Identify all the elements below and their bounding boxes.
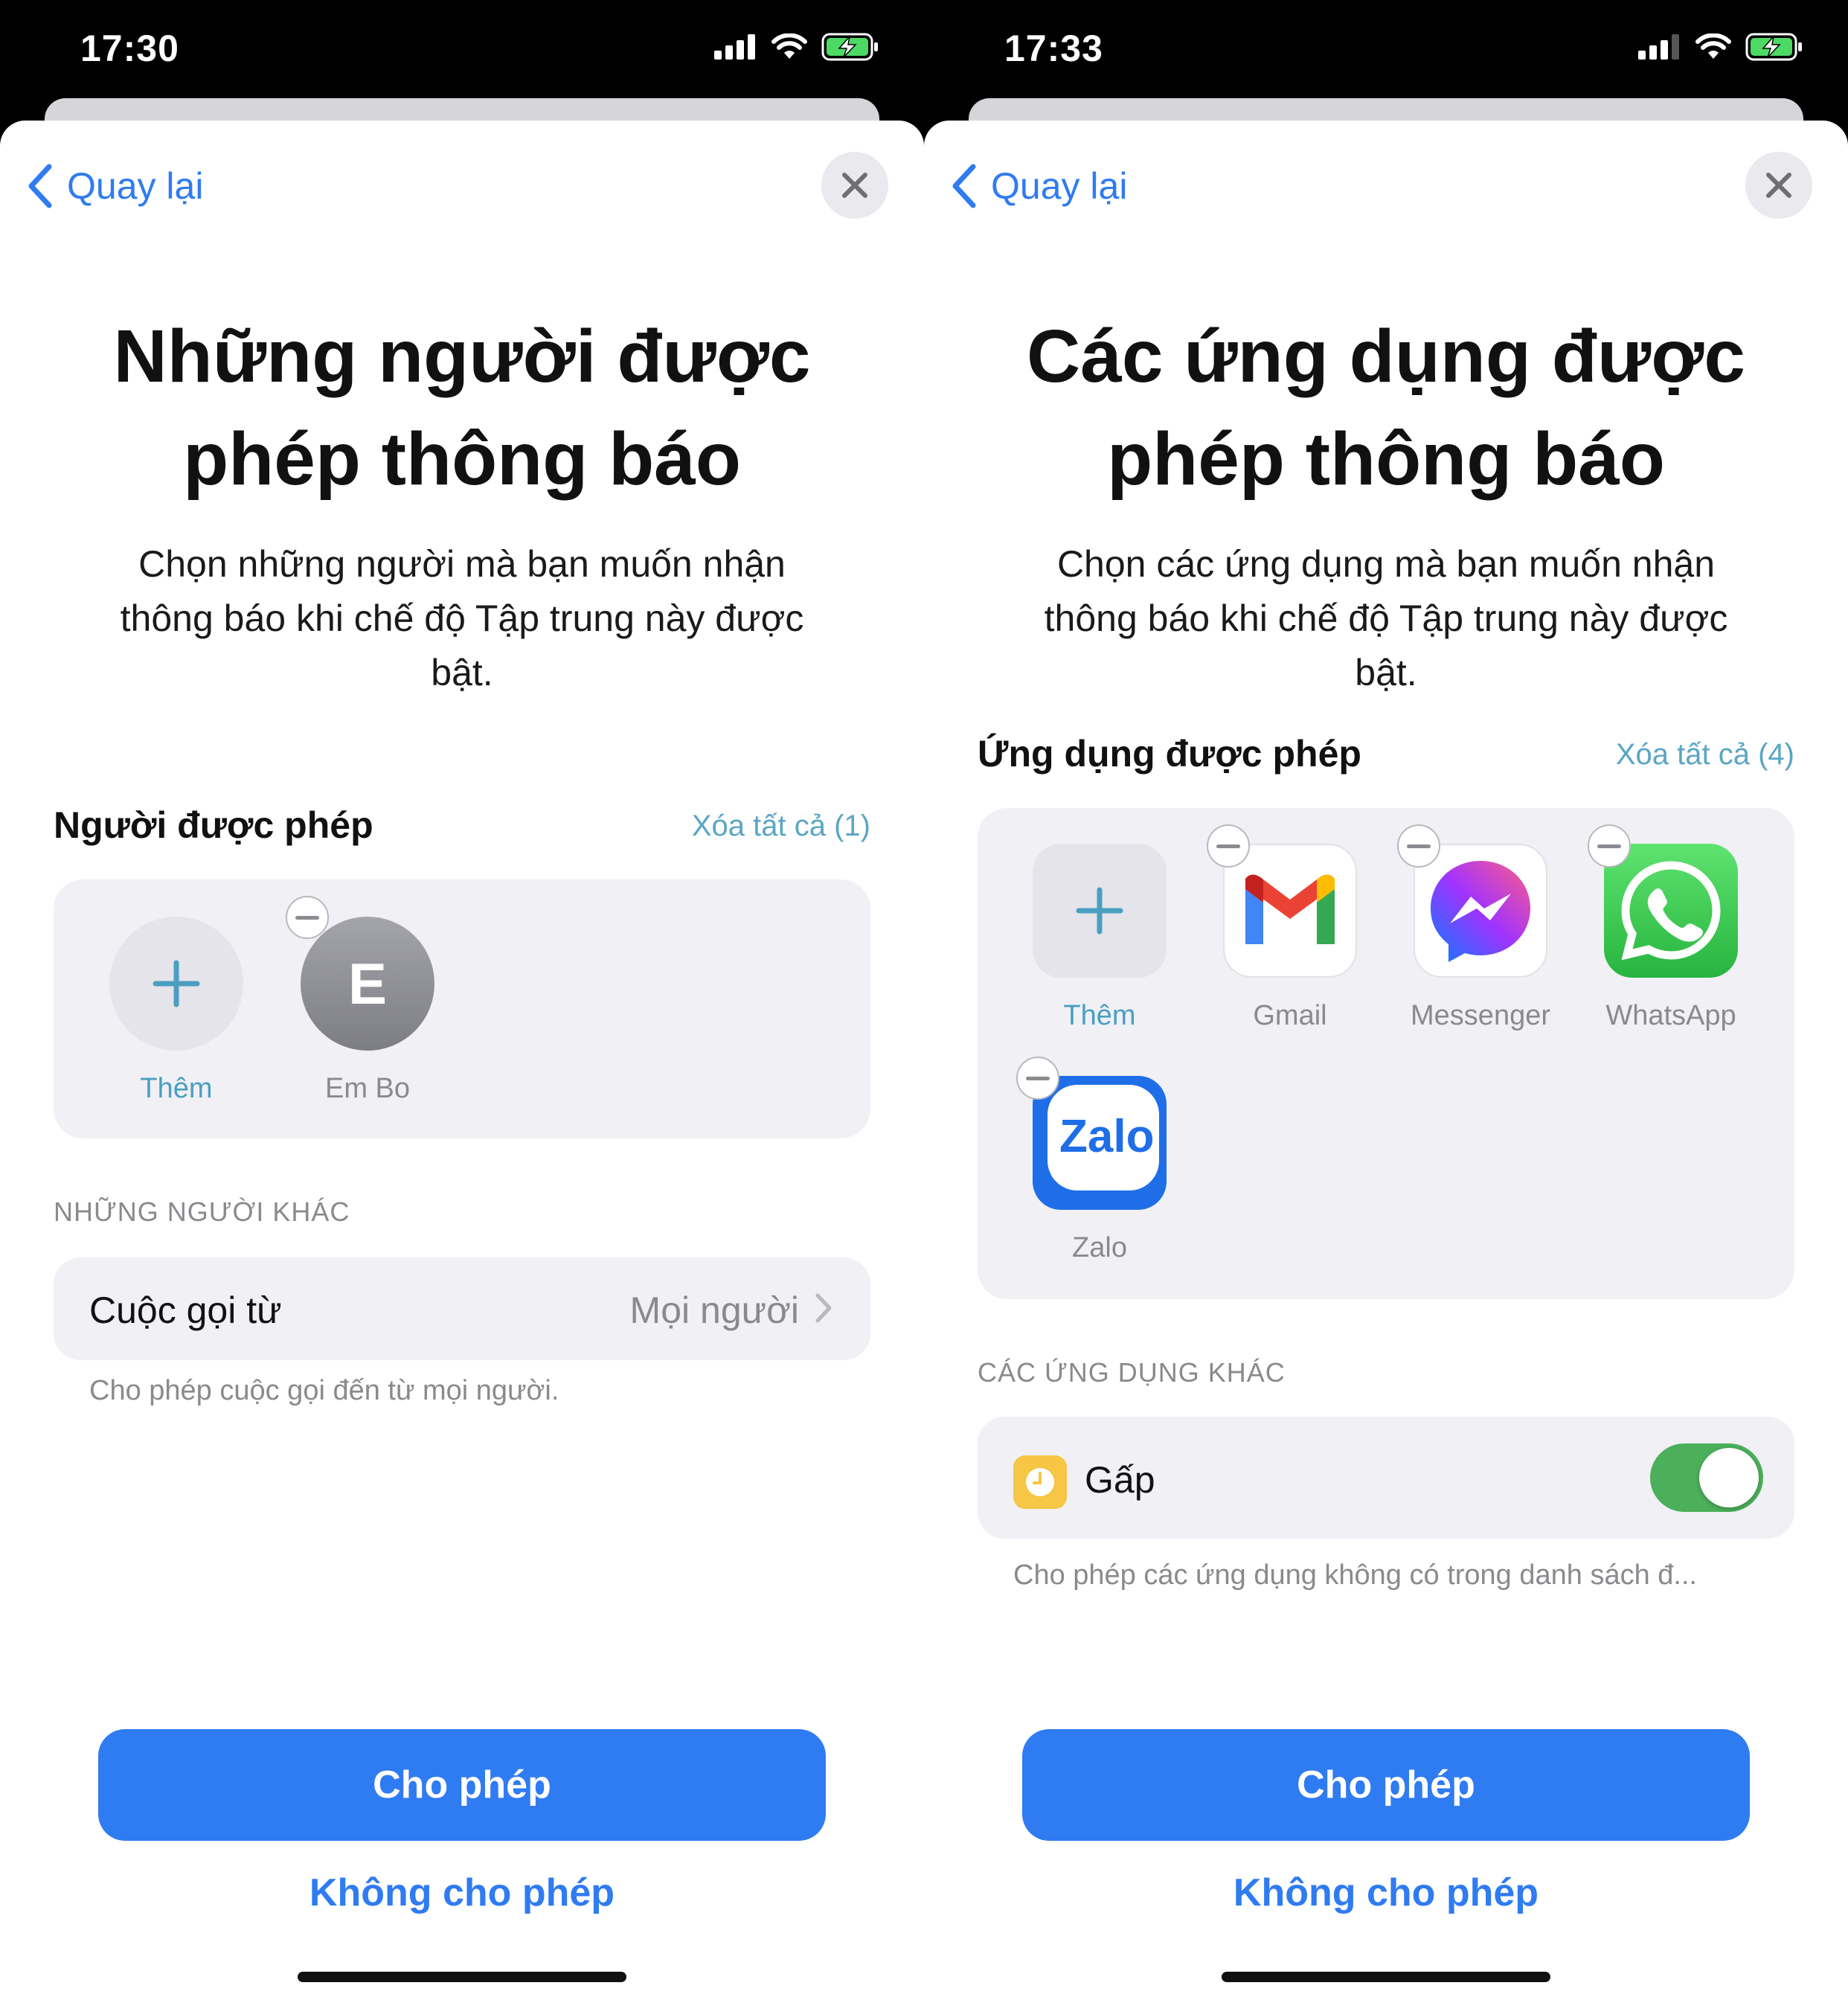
app-name: Gmail	[1253, 1000, 1327, 1031]
calls-value: Mọi người	[629, 1289, 799, 1331]
other-people-header: NHỮNG NGƯỜI KHÁC	[54, 1196, 350, 1227]
urgent-toggle[interactable]	[1650, 1443, 1763, 1512]
page-subtitle: Chọn các ứng dụng mà bạn muốn nhận thông…	[1044, 543, 1728, 693]
chevron-left-icon	[952, 164, 976, 208]
messenger-icon	[1414, 844, 1547, 978]
status-time: 17:30	[80, 28, 179, 69]
page-subtitle: Chọn những người mà bạn muốn nhận thông …	[120, 543, 804, 693]
toggle-knob	[1699, 1448, 1759, 1507]
remove-whatsapp-button[interactable]	[1588, 824, 1631, 868]
page-title: Những người được phép thông báo	[113, 315, 811, 501]
zalo-icon: Zalo	[1033, 1076, 1167, 1210]
allowed-apps-card: Thêm Gmail Messenger WhatsApp Zalo Zalo	[978, 808, 1794, 1299]
deny-button[interactable]: Không cho phép	[98, 1856, 826, 1930]
remove-messenger-button[interactable]	[1397, 824, 1440, 868]
add-person-tile[interactable]: Thêm	[109, 917, 243, 1105]
allow-button[interactable]: Cho phép	[98, 1729, 826, 1841]
back-button[interactable]: Quay lại	[951, 164, 1127, 208]
urgent-label: Gấp	[1085, 1459, 1155, 1501]
phone-screen-apps: 17:33 Quay lại Các ứng dụng được phép th…	[924, 0, 1848, 2000]
app-tile-messenger[interactable]: Messenger	[1411, 844, 1550, 1032]
clear-all-button[interactable]: Xóa tất cả (4)	[1616, 738, 1794, 772]
remove-gmail-button[interactable]	[1207, 824, 1250, 868]
add-label: Thêm	[1063, 1000, 1136, 1031]
phone-screen-people: 17:30 Quay lại Những người được phép thô…	[0, 0, 924, 2000]
close-icon	[1766, 173, 1791, 198]
home-indicator[interactable]	[1222, 1972, 1550, 1982]
modal-sheet: Quay lại Những người được phép thông báo…	[0, 121, 924, 2000]
avatar: E	[301, 917, 434, 1051]
cellular-signal-icon	[714, 34, 755, 60]
clear-all-button[interactable]: Xóa tất cả (1)	[692, 810, 870, 843]
page-title: Các ứng dụng được phép thông báo	[1027, 315, 1745, 501]
close-icon	[842, 173, 867, 198]
remove-contact-button[interactable]	[286, 896, 329, 939]
home-indicator[interactable]	[298, 1972, 626, 1982]
plus-icon	[153, 960, 200, 1007]
app-tile-whatsapp[interactable]: WhatsApp	[1604, 844, 1738, 1032]
app-name: Zalo	[1072, 1232, 1127, 1263]
status-time: 17:33	[1004, 28, 1103, 69]
close-button[interactable]	[1745, 152, 1812, 219]
add-button[interactable]	[109, 917, 243, 1051]
add-app-tile[interactable]: Thêm	[1033, 844, 1167, 1032]
app-tile-zalo[interactable]: Zalo Zalo	[1033, 1076, 1167, 1264]
add-button[interactable]	[1033, 844, 1167, 978]
contact-tile[interactable]: E Em Bo	[301, 917, 434, 1105]
deny-button[interactable]: Không cho phép	[1022, 1856, 1750, 1930]
calls-from-row[interactable]: Cuộc gọi từ Mọi người	[54, 1257, 870, 1360]
clock-icon	[1013, 1455, 1067, 1509]
gmail-icon	[1223, 844, 1357, 978]
back-label: Quay lại	[991, 165, 1128, 207]
modal-sheet: Quay lại Các ứng dụng được phép thông bá…	[924, 121, 1848, 2000]
add-label: Thêm	[140, 1073, 213, 1104]
allow-button[interactable]: Cho phép	[1022, 1729, 1750, 1841]
chevron-right-icon	[815, 1293, 832, 1323]
wifi-icon	[771, 33, 807, 59]
allowed-people-card: Thêm E Em Bo	[54, 879, 870, 1138]
back-button[interactable]: Quay lại	[27, 164, 203, 208]
contact-name: Em Bo	[324, 1073, 411, 1104]
cellular-signal-icon	[1638, 34, 1679, 60]
back-label: Quay lại	[67, 165, 204, 207]
chevron-left-icon	[28, 164, 52, 208]
battery-charging-icon	[821, 33, 878, 61]
app-name: Messenger	[1411, 1000, 1550, 1031]
status-bar: 17:33	[924, 0, 1848, 97]
close-button[interactable]	[821, 152, 888, 219]
section-title-allowed-people: Người được phép	[54, 804, 373, 846]
urgent-row: Gấp	[978, 1417, 1794, 1539]
other-apps-header: CÁC ỨNG DỤNG KHÁC	[978, 1357, 1286, 1388]
battery-charging-icon	[1745, 33, 1802, 61]
section-title-allowed-apps: Ứng dụng được phép	[978, 733, 1361, 775]
remove-zalo-button[interactable]	[1016, 1057, 1059, 1100]
plus-icon	[1076, 887, 1123, 935]
app-tile-gmail[interactable]: Gmail	[1223, 844, 1357, 1032]
calls-label: Cuộc gọi từ	[89, 1289, 282, 1331]
wifi-icon	[1695, 33, 1731, 59]
app-name: WhatsApp	[1605, 1000, 1736, 1031]
calls-footnote: Cho phép cuộc gọi đến từ mọi người.	[89, 1375, 559, 1406]
urgent-footnote: Cho phép các ứng dụng không có trong dan…	[1013, 1560, 1698, 1591]
status-bar: 17:30	[0, 0, 924, 97]
whatsapp-icon	[1604, 844, 1738, 978]
